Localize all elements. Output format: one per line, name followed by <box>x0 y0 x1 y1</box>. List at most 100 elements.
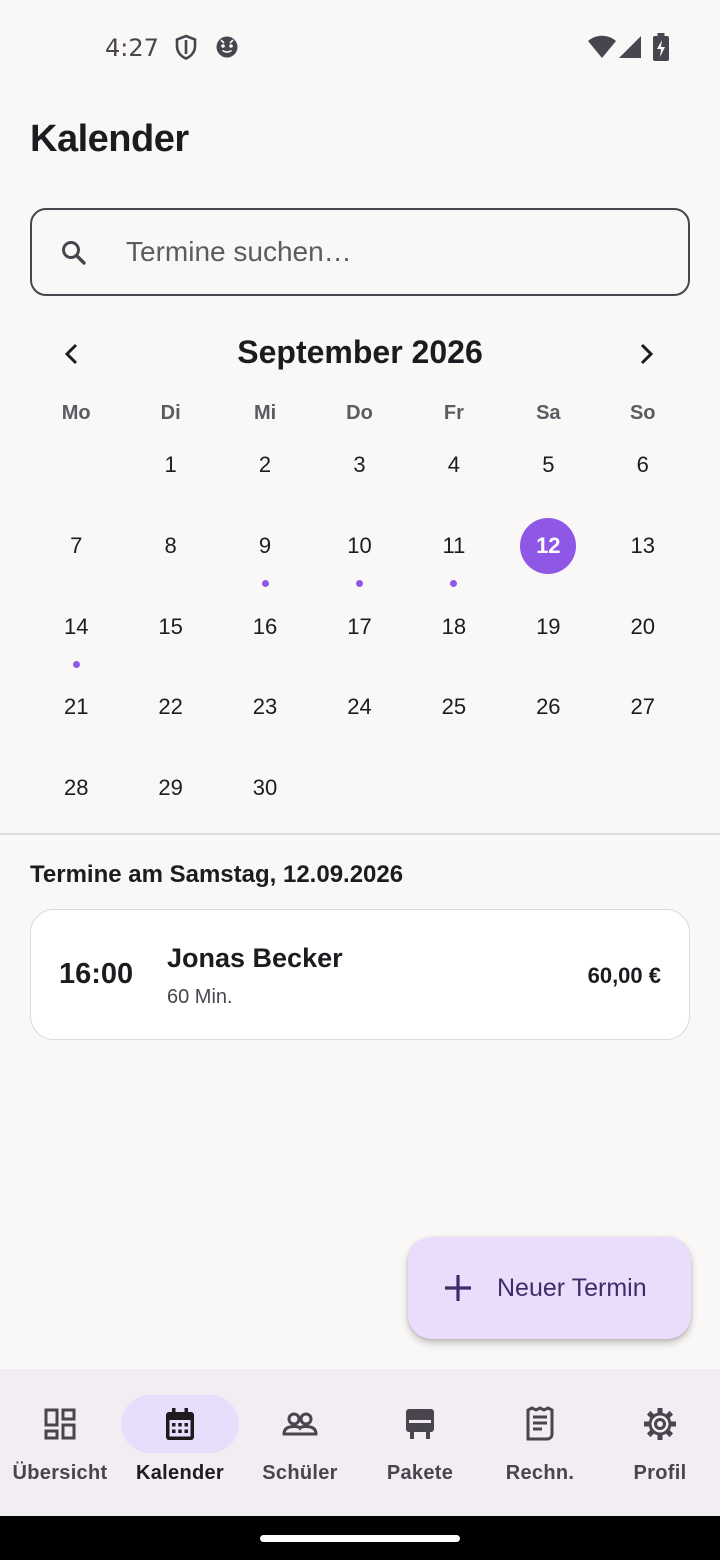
calendar-empty-cell <box>29 425 123 506</box>
calendar-day-number: 5 <box>542 452 555 477</box>
calendar-day-number: 2 <box>258 452 272 477</box>
calendar-day-number: 29 <box>158 775 183 801</box>
calendar-day-number: 26 <box>536 694 561 720</box>
calendar-day[interactable]: 11 <box>407 506 501 587</box>
bottom-navigation: Übersicht Kalender Schüler Pakete Rechn.… <box>0 1369 720 1516</box>
calendar-day[interactable]: 18 <box>407 587 501 668</box>
calendar-day-number: 16 <box>252 613 278 639</box>
weekday-label: Do <box>346 402 373 424</box>
calendar-day-number: 7 <box>70 532 83 558</box>
calendar-day-number: 23 <box>252 694 278 720</box>
nav-label: Kalender <box>136 1462 224 1484</box>
calendar-day[interactable]: 3 <box>312 425 406 506</box>
calendar-day[interactable]: 4 <box>407 425 501 506</box>
next-month-button[interactable] <box>622 330 670 378</box>
nav-item-students[interactable]: Schüler <box>240 1369 360 1516</box>
calendar-day[interactable]: 23 <box>218 667 312 748</box>
calendar-day[interactable]: 26 <box>501 667 595 748</box>
chevron-right-icon <box>640 343 654 365</box>
search-bar[interactable] <box>30 208 690 296</box>
weekday-label: Mo <box>61 402 91 424</box>
calendar-day-number: 4 <box>447 452 461 477</box>
divider <box>0 833 720 835</box>
new-appointment-label: Neuer Termin <box>497 1274 647 1302</box>
calendar-day-number: 21 <box>63 694 89 720</box>
smiley-notification-icon <box>215 34 239 65</box>
calendar-day[interactable]: 10 <box>312 506 406 587</box>
calendar-day-number: 22 <box>158 694 183 720</box>
calendar-day[interactable]: 6 <box>596 425 690 506</box>
calendar-empty-cell <box>407 748 501 829</box>
calendar-day-number: 24 <box>347 694 372 720</box>
calendar-day[interactable]: 5 <box>501 425 595 506</box>
calendar-day[interactable]: 8 <box>123 506 217 587</box>
calendar-day[interactable]: 22 <box>123 667 217 748</box>
search-icon <box>60 239 88 272</box>
calendar-day-number: 13 <box>630 532 655 558</box>
previous-month-button[interactable] <box>48 330 96 378</box>
calendar-day[interactable]: 29 <box>123 748 217 829</box>
home-gesture-handle[interactable] <box>260 1535 460 1542</box>
calendar-day[interactable]: 13 <box>596 506 690 587</box>
calendar-day[interactable]: 14 <box>29 587 123 668</box>
calendar-day[interactable]: 20 <box>596 587 690 668</box>
plus-icon <box>442 1272 474 1309</box>
calendar-day[interactable]: 15 <box>123 587 217 668</box>
calendar-day[interactable]: 27 <box>596 667 690 748</box>
appointment-price: 60,00 € <box>587 963 661 988</box>
nav-item-overview[interactable]: Übersicht <box>0 1369 120 1516</box>
nav-label: Rechn. <box>505 1462 575 1484</box>
calendar-day[interactable]: 21 <box>29 667 123 748</box>
calendar-day[interactable]: 1 <box>123 425 217 506</box>
chevron-left-icon <box>64 343 78 365</box>
appointment-duration: 60 Min. <box>167 986 233 1008</box>
nav-item-invoices[interactable]: Rechn. <box>480 1369 600 1516</box>
nav-label: Übersicht <box>12 1462 108 1484</box>
calendar-screen: 4:27 Kalender September 2026 Mo Di Mi Do Fr S… <box>0 0 720 1560</box>
calendar-day[interactable]: 16 <box>218 587 312 668</box>
calendar-empty-cell <box>312 748 406 829</box>
calendar-day-number: 17 <box>347 613 372 639</box>
calendar-week-row: 14 15 16 17 18 19 20 <box>29 587 690 668</box>
calendar-day[interactable]: 7 <box>29 506 123 587</box>
calendar-day[interactable]: 9 <box>218 506 312 587</box>
calendar-day-number: 14 <box>63 613 89 639</box>
calendar-week-row: 28 29 30 <box>29 748 690 829</box>
calendar-day-number: 10 <box>347 532 372 558</box>
appointments-heading: Termine am Samstag, 12.09.2026 <box>30 861 404 888</box>
calendar-day-number: 30 <box>252 775 278 801</box>
calendar-day-number: 8 <box>164 532 177 558</box>
weekday-label: Sa <box>536 402 561 424</box>
system-gesture-bar <box>0 1516 720 1560</box>
calendar-day[interactable]: 19 <box>501 587 595 668</box>
page-title: Kalender <box>30 118 189 160</box>
calendar-day[interactable]: 28 <box>29 748 123 829</box>
calendar-day[interactable]: 24 <box>312 667 406 748</box>
calendar-day[interactable]: 2 <box>218 425 312 506</box>
weekday-header-row: Mo Di Mi Do Fr Sa So <box>29 402 690 425</box>
calendar-day-number: 27 <box>630 694 655 720</box>
nav-item-packages[interactable]: Pakete <box>360 1369 480 1516</box>
status-bar: 4:27 <box>0 0 720 96</box>
calendar-day[interactable]: 17 <box>312 587 406 668</box>
people-icon <box>282 1412 318 1436</box>
weekday-label: Di <box>160 402 181 424</box>
appointment-time: 16:00 <box>59 958 134 990</box>
calendar-day[interactable]: 30 <box>218 748 312 829</box>
shield-icon <box>174 34 198 65</box>
calendar-empty-cell <box>596 748 690 829</box>
calendar-day-number: 15 <box>158 613 183 639</box>
package-icon <box>406 1409 434 1439</box>
calendar-day-number: 25 <box>441 694 467 720</box>
appointment-card[interactable]: 16:00 Jonas Becker 60 Min. 60,00 € <box>30 909 690 1040</box>
search-input[interactable] <box>126 228 666 276</box>
nav-item-calendar[interactable]: Kalender <box>120 1369 240 1516</box>
calendar-day-selected[interactable]: 12 <box>501 506 595 587</box>
nav-item-profile[interactable]: Profil <box>600 1369 720 1516</box>
calendar-day[interactable]: 25 <box>407 667 501 748</box>
calendar-week-row: 21 22 23 24 25 26 27 <box>29 667 690 748</box>
calendar-grid: 1 2 3 4 5 6 7 8 9 10 11 12 13 14 15 16 17 18 19 20 21 22 23 24 2… <box>29 425 690 829</box>
new-appointment-button[interactable]: Neuer Termin <box>408 1237 691 1339</box>
weekday-label: So <box>629 402 656 424</box>
calendar-day-number: 3 <box>353 452 366 477</box>
